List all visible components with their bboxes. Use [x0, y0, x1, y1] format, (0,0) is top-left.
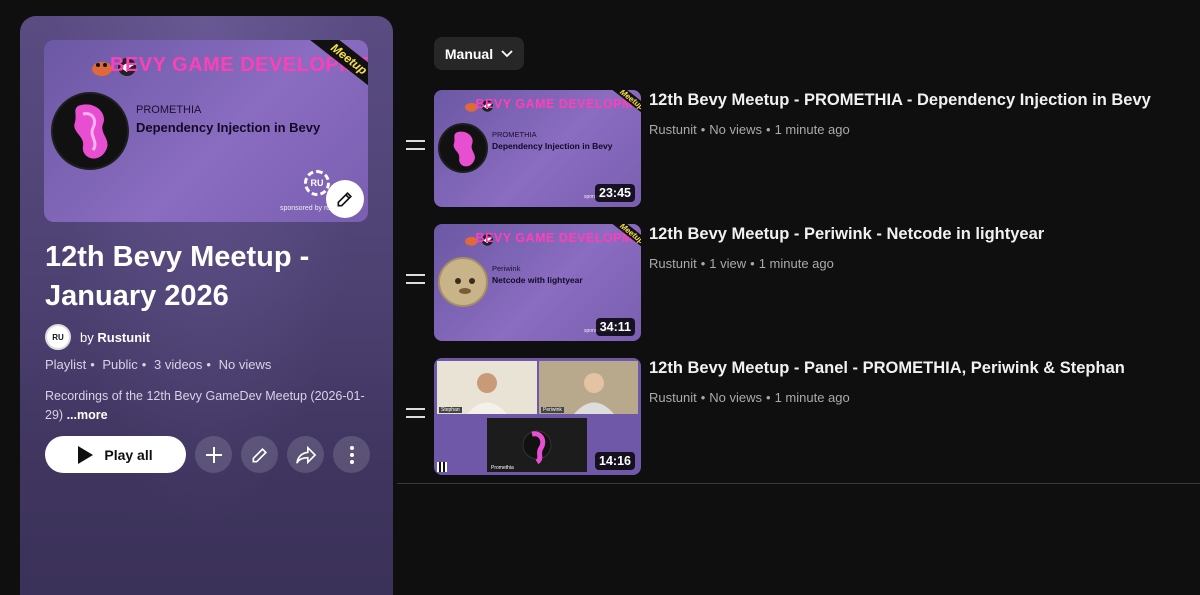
owner-name-link[interactable]: Rustunit: [97, 330, 150, 345]
hero-topic-text: Dependency Injection in Bevy: [136, 120, 321, 135]
playlist-title: 12th Bevy Meetup - January 2026: [45, 241, 310, 312]
hero-speaker-name: PROMETHIA: [136, 104, 202, 116]
video-title[interactable]: 12th Bevy Meetup - Panel - PROMETHIA, Pe…: [649, 359, 1125, 378]
tile-label: Promethia: [491, 465, 514, 471]
sort-label: Manual: [444, 45, 494, 62]
speaker-avatar-art: [51, 92, 129, 170]
thumb-speaker-name: PROMETHIA: [492, 130, 537, 139]
channel-name[interactable]: Rustunit: [649, 390, 697, 405]
view-count: No views: [709, 122, 763, 137]
playlist-video-row[interactable]: BEVY GAME DEVELOPMENT Meetup Periwink Ne…: [400, 224, 1200, 342]
thumb-topic-text: Dependency Injection in Bevy: [492, 141, 613, 151]
meta-video-count: 3 videos: [153, 357, 203, 372]
view-count: No views: [709, 390, 763, 405]
playlist-description[interactable]: Recordings of the 12th Bevy GameDev Meet…: [45, 387, 365, 425]
video-thumbnail[interactable]: BEVY GAME DEVELOPMENT Meetup PROMETHIA D…: [434, 90, 641, 207]
view-count: 1 view: [709, 256, 747, 271]
play-all-label: Play all: [104, 446, 153, 463]
panel-tile-stephan: Stephan: [437, 361, 537, 414]
thumb-topic-text: Netcode with lightyear: [492, 275, 583, 285]
drag-handle-icon[interactable]: [406, 140, 425, 152]
sort-dropdown[interactable]: Manual: [434, 37, 524, 70]
thumb-banner-text: BEVY GAME DEVELOPMENT: [475, 97, 641, 111]
video-thumbnail[interactable]: BEVY GAME DEVELOPMENT Meetup Periwink Ne…: [434, 224, 641, 341]
thumb-banner-text: BEVY GAME DEVELOPMENT: [475, 231, 641, 245]
tile-label: Periwink: [541, 407, 564, 413]
video-meta: Rustunit • 1 view • 1 minute ago: [649, 256, 834, 271]
channel-name[interactable]: Rustunit: [649, 256, 697, 271]
tile-label: Stephan: [439, 407, 462, 413]
add-to-button[interactable]: [195, 436, 232, 473]
edit-thumbnail-button[interactable]: [326, 180, 364, 218]
hero-banner-text: BEVY GAME DEVELOPMENT: [110, 54, 368, 76]
speaker-avatar-art: [438, 123, 488, 173]
video-title[interactable]: 12th Bevy Meetup - PROMETHIA - Dependenc…: [649, 91, 1151, 110]
list-divider: [397, 483, 1200, 484]
playlist-meta: Playlist • Public • 3 videos • No views: [45, 357, 272, 372]
meta-visibility[interactable]: Public: [102, 357, 137, 372]
upload-age: 1 minute ago: [774, 390, 850, 405]
playlist-owner[interactable]: RU by Rustunit: [45, 324, 150, 350]
pencil-icon: [252, 447, 267, 462]
playlist-actions: Play all: [45, 436, 370, 473]
channel-name[interactable]: Rustunit: [649, 122, 697, 137]
description-more-link[interactable]: ...more: [67, 408, 108, 422]
video-duration: 34:11: [595, 318, 635, 336]
chevron-down-icon: [501, 49, 513, 57]
video-title[interactable]: 12th Bevy Meetup - Periwink - Netcode in…: [649, 225, 1044, 244]
upload-age: 1 minute ago: [758, 256, 834, 271]
video-duration: 14:16: [595, 452, 635, 470]
speaker-avatar-art: [438, 257, 488, 307]
play-icon: [78, 445, 94, 464]
video-meta: Rustunit • No views • 1 minute ago: [649, 390, 850, 405]
drag-handle-icon[interactable]: [406, 408, 425, 420]
panel-tile-periwink: Periwink: [539, 361, 638, 414]
meta-views: No views: [218, 357, 272, 372]
more-vert-icon: [349, 445, 354, 464]
playlist-hero-thumbnail[interactable]: BEVY GAME DEVELOPMENT Meetup PROMETHIA D…: [44, 40, 368, 222]
edit-playlist-button[interactable]: [241, 436, 278, 473]
pencil-icon: [337, 191, 353, 207]
playlist-header-panel: BEVY GAME DEVELOPMENT Meetup PROMETHIA D…: [20, 16, 393, 595]
share-button[interactable]: [287, 436, 324, 473]
drag-handle-icon[interactable]: [406, 274, 425, 286]
video-meta: Rustunit • No views • 1 minute ago: [649, 122, 850, 137]
playlist-video-row[interactable]: Stephan Periwink Promethia 14:16 12th Be…: [400, 358, 1200, 476]
playlist-video-row[interactable]: BEVY GAME DEVELOPMENT Meetup PROMETHIA D…: [400, 90, 1200, 208]
share-icon: [295, 445, 316, 464]
owner-avatar[interactable]: RU: [45, 324, 71, 350]
more-actions-button[interactable]: [333, 436, 370, 473]
play-all-button[interactable]: Play all: [45, 436, 186, 473]
meta-type: Playlist: [45, 357, 87, 372]
video-thumbnail[interactable]: Stephan Periwink Promethia 14:16: [434, 358, 641, 475]
thumb-speaker-name: Periwink: [492, 264, 521, 273]
upload-age: 1 minute ago: [774, 122, 850, 137]
video-duration: 23:45: [595, 184, 635, 202]
plus-icon: [205, 446, 222, 463]
youtube-playlist-page: BEVY GAME DEVELOPMENT Meetup PROMETHIA D…: [0, 0, 1200, 595]
qr-code-icon: [437, 462, 447, 472]
panel-tile-promethia: Promethia: [487, 418, 587, 472]
owner-prefix: by: [80, 329, 94, 345]
